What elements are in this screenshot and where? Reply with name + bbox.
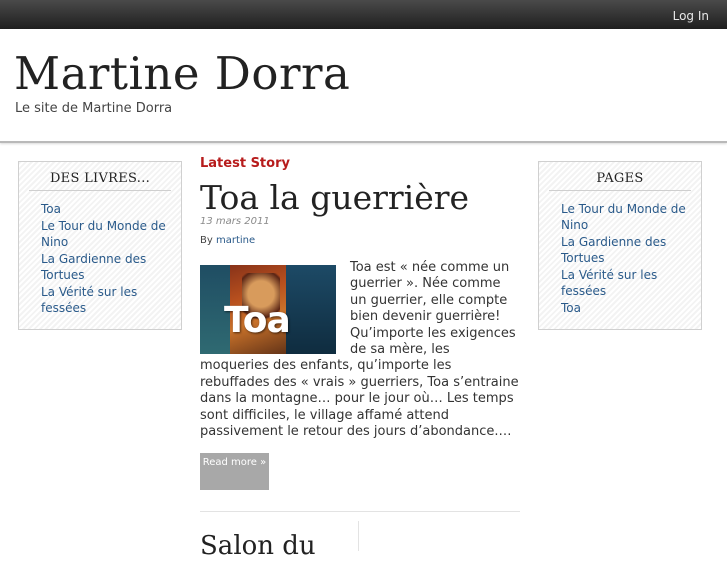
post-date: 13 mars 2011 (200, 216, 270, 227)
books-list: Toa Le Tour du Monde de Nino La Gardienn… (19, 201, 181, 316)
pages-widget-title: PAGES (549, 171, 691, 191)
books-list-item[interactable]: Toa (41, 201, 171, 217)
pages-list-item[interactable]: La Vérité sur les fessées (561, 267, 691, 299)
post-title[interactable]: Toa la guerrière (200, 178, 469, 217)
site-tagline: Le site de Martine Dorra (15, 101, 173, 116)
books-list-item[interactable]: La Vérité sur les fessées (41, 284, 171, 316)
pages-list-item[interactable]: Toa (561, 300, 691, 316)
login-link[interactable]: Log In (673, 9, 709, 23)
thumbnail-title-text: Toa (224, 300, 291, 341)
pages-list-item[interactable]: Le Tour du Monde de Nino (561, 201, 691, 233)
post-divider (200, 511, 520, 512)
pages-list: Le Tour du Monde de Nino La Gardienne de… (539, 201, 701, 316)
next-post-title[interactable]: Salon du (200, 531, 316, 561)
post-thumbnail[interactable]: Toa (200, 265, 336, 354)
pages-widget: PAGES Le Tour du Monde de Nino La Gardie… (538, 161, 702, 330)
column-rule (358, 521, 359, 551)
latest-story-label: Latest Story (200, 156, 290, 171)
author-link[interactable]: martine (216, 235, 255, 246)
thumbnail-art-right (286, 265, 336, 354)
by-label: By (200, 235, 213, 246)
books-widget-title: DES LIVRES... (29, 171, 171, 191)
site-title[interactable]: Martine Dorra (14, 51, 350, 96)
books-widget: DES LIVRES... Toa Le Tour du Monde de Ni… (18, 161, 182, 330)
top-admin-bar: Log In (0, 0, 727, 29)
read-more-button[interactable]: Read more » (200, 453, 269, 490)
pages-list-item[interactable]: La Gardienne des Tortues (561, 234, 691, 266)
books-list-item[interactable]: La Gardienne des Tortues (41, 251, 171, 283)
books-list-item[interactable]: Le Tour du Monde de Nino (41, 218, 171, 250)
site-header: Martine Dorra Le site de Martine Dorra (0, 29, 727, 143)
post-byline: By martine (200, 235, 255, 246)
